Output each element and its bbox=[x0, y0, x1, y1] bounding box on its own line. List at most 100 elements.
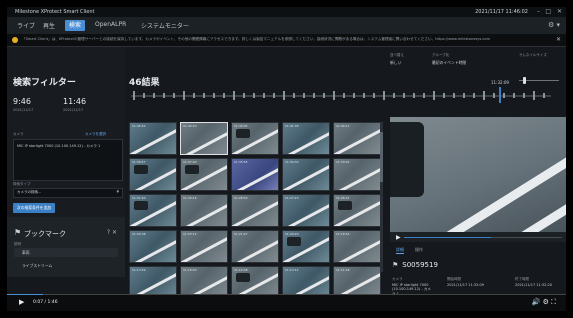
group-label: グループ化 bbox=[432, 53, 450, 57]
add-criteria-button[interactable]: 次の検索条件を追加 bbox=[13, 203, 55, 213]
play-icon[interactable]: ▶ bbox=[396, 234, 401, 241]
thumbnail-size-slider[interactable] bbox=[519, 77, 559, 84]
bookmark-icon: ⚑ bbox=[14, 228, 22, 237]
timeline-tick bbox=[253, 93, 255, 98]
result-thumbnail[interactable]: 11:18:54 bbox=[333, 230, 381, 263]
result-thumbnail[interactable]: 11:35:55 bbox=[231, 158, 279, 191]
thumbnail-time: 11:45:52 bbox=[132, 124, 146, 128]
timeline-tick bbox=[243, 93, 245, 98]
sort-value[interactable]: 新しい bbox=[390, 60, 401, 66]
bookmark-item[interactable]: 車両 bbox=[14, 248, 118, 257]
thumbnail-time: 11:38:47 bbox=[132, 160, 146, 164]
result-thumbnail[interactable]: 11:37:20 bbox=[180, 158, 228, 191]
filter-title: 検索フィルター bbox=[13, 78, 76, 88]
timeline-tick bbox=[423, 93, 425, 98]
timeline-tick bbox=[543, 93, 545, 98]
timeline-tick bbox=[273, 93, 275, 98]
timeline-time: 11:32:09 bbox=[491, 80, 509, 85]
volume-fullscreen-icons[interactable]: 🔊 ⚙ ⛶ bbox=[532, 298, 556, 307]
timeline-tick bbox=[463, 93, 465, 98]
thumbnail-time: 11:26:01 bbox=[336, 196, 350, 200]
result-thumbnail[interactable]: 11:33:02 bbox=[333, 158, 381, 191]
timeline-tick bbox=[143, 93, 145, 98]
scrollbar-thumb[interactable] bbox=[380, 132, 383, 182]
vehicle bbox=[236, 129, 250, 138]
player-progress[interactable] bbox=[7, 294, 566, 295]
result-thumbnail[interactable]: 11:40:11 bbox=[333, 122, 381, 155]
tab-playback[interactable]: 再生 bbox=[43, 21, 55, 31]
result-thumbnail[interactable]: 11:31:40 bbox=[129, 194, 177, 227]
timeline-tick bbox=[433, 91, 435, 100]
timeline-tick bbox=[413, 93, 415, 98]
tab-live[interactable]: ライブ bbox=[17, 21, 35, 31]
play-icon[interactable]: ▶ bbox=[19, 298, 24, 306]
result-thumbnail[interactable]: 11:24:38 bbox=[129, 230, 177, 263]
dismiss-icon[interactable]: ✕ bbox=[556, 36, 561, 43]
tab-actions[interactable]: 操作 bbox=[415, 247, 423, 253]
result-thumbnail[interactable]: 11:45:52 bbox=[129, 122, 177, 155]
group-value[interactable]: 最初のイベント時間 bbox=[432, 60, 466, 66]
to-time[interactable]: 11:46 bbox=[63, 97, 86, 106]
timeline-tick bbox=[503, 93, 505, 98]
video-preview[interactable] bbox=[390, 117, 566, 232]
thumbnail-time: 11:43:05 bbox=[234, 124, 248, 128]
thumbnail-time: 11:11:46 bbox=[336, 268, 350, 272]
results-scrollbar[interactable] bbox=[380, 122, 383, 272]
notification-text: 「Smart Client」は、XProtectの管理サーバーとの接続を保持して… bbox=[22, 37, 491, 41]
player-time: 0:07 / 1:46 bbox=[33, 300, 58, 305]
timeline-tick bbox=[203, 93, 205, 98]
timeline-tick bbox=[443, 93, 445, 98]
result-thumbnail[interactable]: 11:21:47 bbox=[231, 230, 279, 263]
from-time[interactable]: 9:46 bbox=[13, 97, 31, 106]
tab-system-monitor[interactable]: システムモニター bbox=[141, 21, 189, 31]
start-time-label: 開始時間 bbox=[447, 277, 461, 281]
timeline-tick bbox=[533, 91, 535, 100]
bookmark-actions-icon[interactable]: ? ✕ bbox=[107, 229, 117, 236]
camera-list-item[interactable]: MIC IP starlight 7000 (10.100.149.12) - … bbox=[17, 144, 100, 149]
camera-list[interactable]: MIC IP starlight 7000 (10.100.149.12) - … bbox=[13, 139, 123, 181]
timeline-tick bbox=[313, 93, 315, 98]
result-thumbnail[interactable]: 11:20:20 bbox=[282, 230, 330, 263]
result-thumbnail[interactable]: 11:44:10 bbox=[180, 122, 228, 155]
bookmark-item[interactable]: ライブストリーム bbox=[14, 261, 118, 270]
result-thumbnail[interactable]: 11:30:16 bbox=[180, 194, 228, 227]
vehicle bbox=[134, 201, 148, 210]
main-tab-bar: ライブ 再生 検索 OpenALPR システムモニター ⚙ ▾ bbox=[7, 17, 566, 34]
bookmark-id-row: ⚑ S0059519 bbox=[392, 261, 438, 269]
preview-progress[interactable] bbox=[404, 237, 562, 238]
cameras-label: カメラ bbox=[13, 132, 24, 136]
result-thumbnail[interactable]: 11:23:12 bbox=[180, 230, 228, 263]
result-thumbnail[interactable]: 11:34:30 bbox=[282, 158, 330, 191]
timeline-tick bbox=[233, 91, 235, 100]
timeline-tick bbox=[163, 93, 165, 98]
result-thumbnail[interactable]: 11:26:01 bbox=[333, 194, 381, 227]
result-thumbnail[interactable]: 11:38:47 bbox=[129, 158, 177, 191]
timeline[interactable]: 11:32:09 bbox=[125, 80, 566, 107]
end-time-label: 終了時間 bbox=[515, 277, 529, 281]
slider-handle[interactable] bbox=[523, 77, 526, 84]
result-thumbnail[interactable]: 11:41:38 bbox=[282, 122, 330, 155]
result-thumbnail[interactable]: 11:27:23 bbox=[282, 194, 330, 227]
thumbnail-time: 11:16:03 bbox=[183, 268, 197, 272]
search-type-select[interactable]: カメラの検索... ▾ bbox=[13, 188, 123, 198]
close-icon[interactable]: ✕ bbox=[557, 8, 562, 15]
timeline-tick bbox=[153, 93, 155, 98]
tab-search[interactable]: 検索 bbox=[65, 20, 86, 31]
thumbnail-time: 11:28:50 bbox=[234, 196, 248, 200]
result-thumbnail[interactable]: 11:43:05 bbox=[231, 122, 279, 155]
preview-progress-fill bbox=[404, 237, 491, 238]
thumbnail-time: 11:37:20 bbox=[183, 160, 197, 164]
minimize-icon[interactable]: – bbox=[537, 8, 540, 15]
vehicle bbox=[338, 201, 352, 210]
thumbnail-time: 11:21:47 bbox=[234, 232, 248, 236]
timeline-tick bbox=[393, 93, 395, 98]
settings-gear-icon[interactable]: ⚙ ▾ bbox=[548, 21, 560, 29]
select-camera-link[interactable]: カメラを選択 bbox=[85, 132, 106, 137]
tab-openalpr[interactable]: OpenALPR bbox=[95, 21, 126, 31]
result-thumbnail[interactable]: 11:28:50 bbox=[231, 194, 279, 227]
timeline-marker[interactable] bbox=[499, 87, 501, 103]
maximize-icon[interactable]: □ bbox=[545, 8, 551, 15]
tab-details[interactable]: 詳細 bbox=[396, 247, 404, 254]
sort-label: 並べ替え bbox=[390, 53, 404, 57]
timeline-tick bbox=[263, 93, 265, 98]
